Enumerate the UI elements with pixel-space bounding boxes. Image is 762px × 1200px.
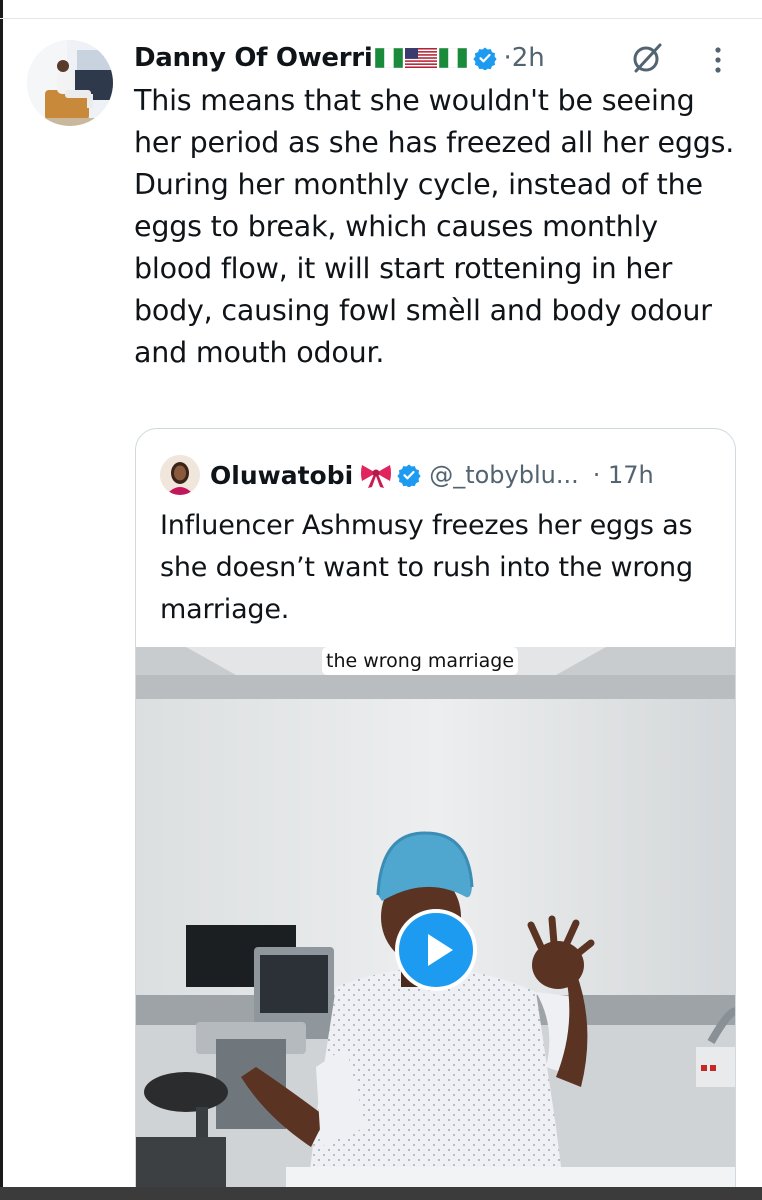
tweet-timestamp[interactable]: 2h <box>512 43 545 73</box>
grok-icon[interactable] <box>629 40 665 76</box>
video-caption: the wrong marriage <box>322 647 519 675</box>
quoted-tweet-timestamp[interactable]: · 17h <box>593 461 654 489</box>
time-separator: · <box>503 43 512 73</box>
video-media[interactable]: the wrong marriage <box>136 647 735 1200</box>
bottom-bar <box>0 1187 762 1200</box>
tweet-header: Danny Of Owerri · 2h <box>134 38 545 78</box>
quoted-author-handle[interactable]: @_tobyblu... <box>429 461 579 489</box>
author-name[interactable]: Danny Of Owerri <box>134 43 373 73</box>
nigeria-flag-icon <box>375 48 404 68</box>
tweet-text: This means that she wouldn't be seeing h… <box>134 84 735 369</box>
author-avatar[interactable] <box>27 40 113 126</box>
verified-badge-icon[interactable] <box>473 46 498 71</box>
screen-edge <box>0 0 3 1200</box>
quoted-author-avatar[interactable] <box>160 455 200 495</box>
divider <box>0 18 762 19</box>
play-icon <box>428 934 453 966</box>
verified-badge-icon[interactable] <box>397 463 421 488</box>
quoted-tweet-text: Influencer Ashmusy freezes her eggs as s… <box>160 510 693 625</box>
quoted-author-name[interactable]: Oluwatobi <box>210 461 353 490</box>
quoted-tweet-header: Oluwatobi @_tobyblu... · 17h <box>160 453 654 497</box>
usa-flag-icon <box>405 48 438 68</box>
play-button[interactable] <box>395 909 477 991</box>
flag-emojis <box>375 48 468 68</box>
nigeria-flag-icon <box>439 48 468 68</box>
more-options-icon[interactable] <box>708 44 728 76</box>
ribbon-bow-icon <box>359 461 393 489</box>
quoted-tweet[interactable]: Oluwatobi @_tobyblu... · 17h Influencer … <box>135 428 736 1200</box>
